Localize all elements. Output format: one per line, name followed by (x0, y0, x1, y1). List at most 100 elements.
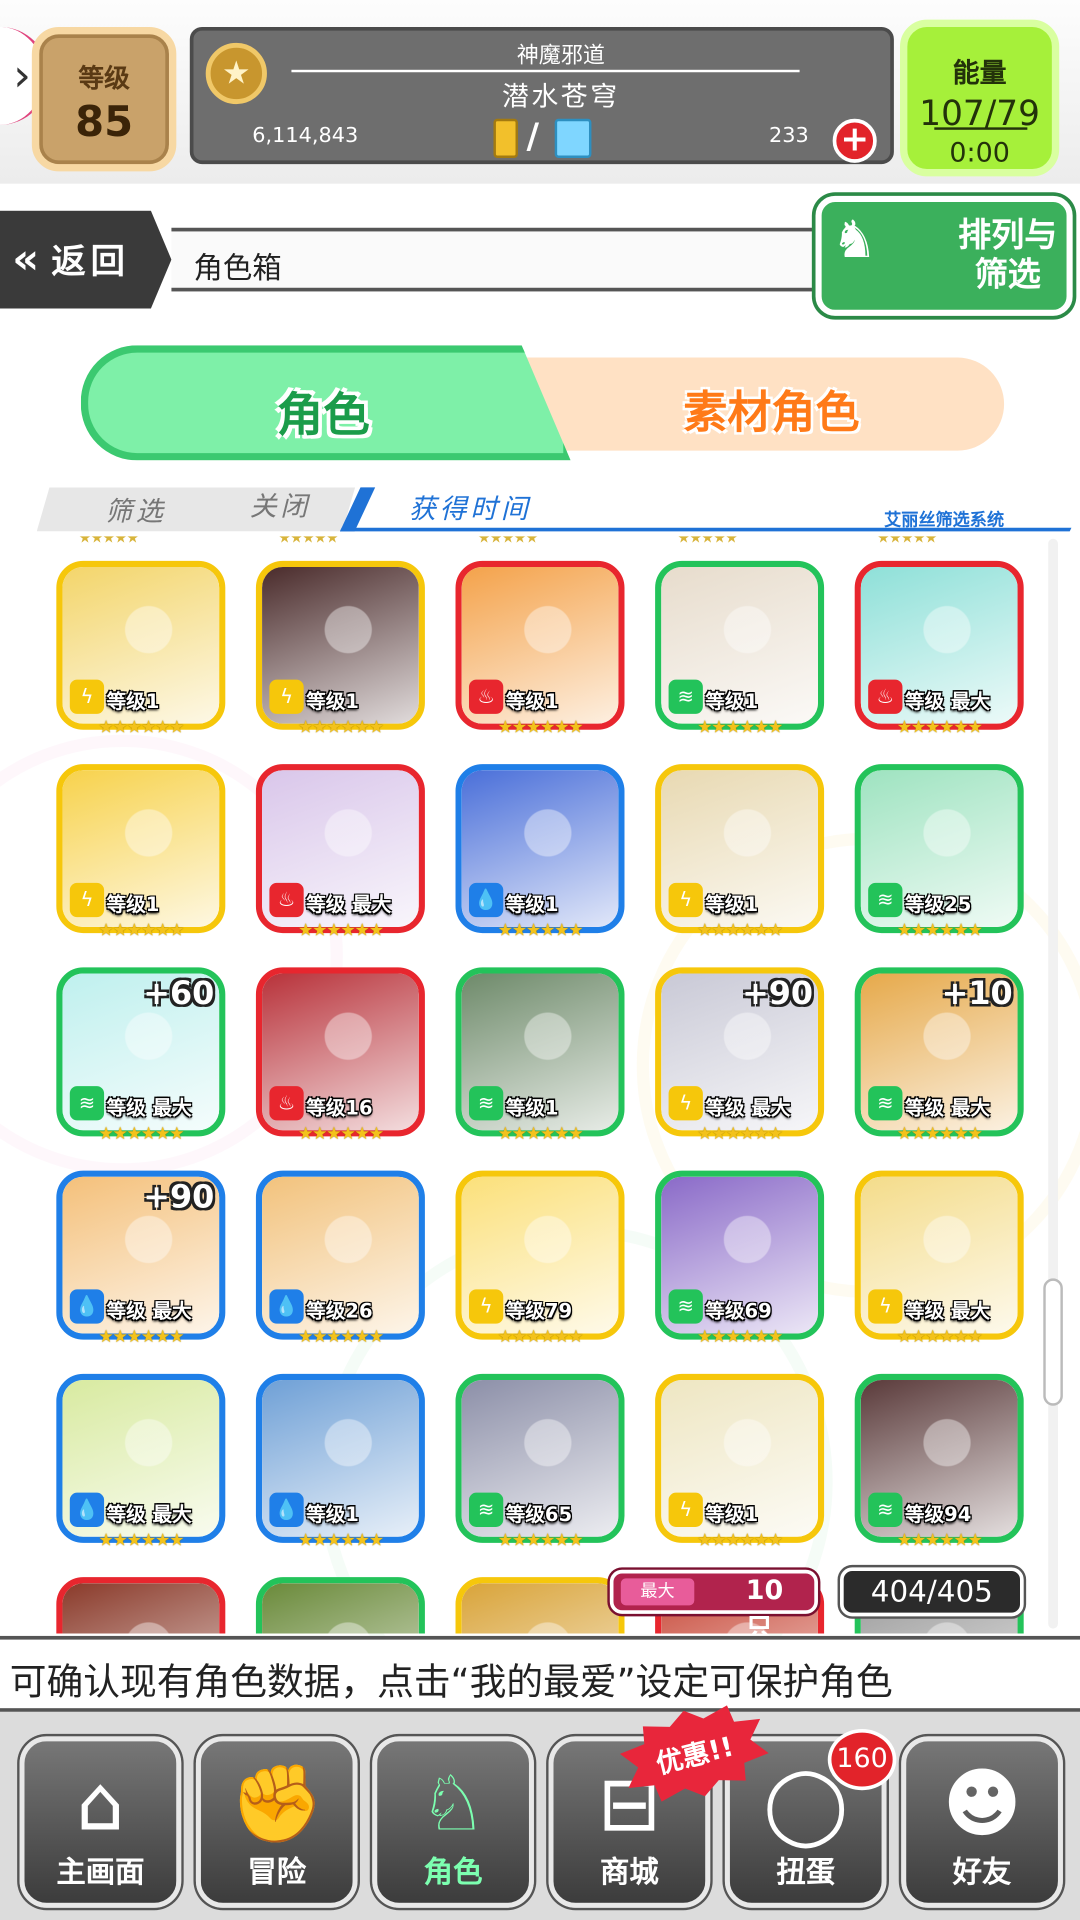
rarity-stars: ★★★★★ (477, 536, 539, 547)
character-card[interactable]: ≋ 等级65 (455, 1373, 625, 1543)
rarity-stars: ★★★★★★ (98, 1327, 184, 1347)
rarity-stars: ★★★★★★ (896, 717, 983, 738)
rarity-stars: ★★★★★★ (297, 1530, 384, 1551)
plus-value: +10 (941, 975, 1013, 1013)
rarity-stars: ★★★★★★ (297, 717, 384, 738)
character-card[interactable]: 💧 等级1 (255, 1373, 425, 1543)
character-card[interactable]: +90 💧 等级 最大 (56, 1170, 226, 1340)
character-card[interactable]: ϟ 等级1 (655, 764, 825, 934)
nav-home-label: 主画面 (56, 1855, 145, 1890)
character-card[interactable]: ♨ 等级 最大 (255, 764, 425, 934)
character-level: 等级1 (306, 689, 359, 713)
character-card[interactable]: 💧 等级 最大 (56, 1373, 226, 1543)
character-card[interactable]: ϟ 等级1 (56, 560, 226, 730)
thunder-element-icon: ϟ (668, 1086, 703, 1121)
character-card[interactable]: 💧 等级1 (455, 764, 625, 934)
player-level-box[interactable]: 等级 85 (31, 26, 177, 172)
tab-characters[interactable]: 角色 (80, 345, 571, 461)
rarity-stars: ★★★★★★ (297, 920, 384, 941)
double-chevron-left-icon: « (12, 235, 40, 285)
character-portrait (62, 1583, 220, 1634)
friends-icon: ☻ (942, 1758, 1022, 1848)
character-card[interactable]: ϟ 等级1 (655, 1373, 825, 1543)
character-level: 等级 最大 (306, 892, 392, 916)
rarity-stars: ★★★★★★ (497, 1124, 584, 1144)
fire-element-icon: ♨ (868, 679, 903, 714)
wind-element-icon: ≋ (668, 679, 703, 714)
character-card[interactable]: ϟ 等级79 (455, 1170, 625, 1340)
character-card[interactable]: ♨ 等级16 (255, 967, 425, 1137)
ticker-text: 可确认现有角色数据，点击“我的最爱”设定可保护角色 (9, 1661, 893, 1705)
nav-character-button[interactable]: ♘ 角色 (372, 1736, 534, 1908)
rarity-stars: ★★★★★★ (497, 717, 584, 738)
character-card[interactable]: ϟ 等级 最大 (854, 1170, 1024, 1340)
character-card[interactable]: ≋ 等级1 (455, 967, 625, 1137)
nav-gacha-label: 扭蛋 (776, 1855, 836, 1890)
sort-order-label[interactable]: 获得时间 (409, 487, 531, 526)
character-level: 等级1 (505, 1095, 559, 1120)
back-label: 返回 (51, 241, 130, 282)
wind-element-icon: ≋ (868, 1086, 903, 1121)
filter-strip: 筛选 关闭 获得时间 艾丽丝筛选系统 (36, 485, 1080, 534)
thunder-element-icon: ϟ (69, 679, 105, 714)
favorite-icon: 最大 (620, 1578, 695, 1606)
rarity-stars: ★★★★★★ (98, 1124, 184, 1144)
character-card[interactable]: ≋ 等级69 (655, 1170, 825, 1340)
nav-home-button[interactable]: ⌂ 主画面 (19, 1736, 182, 1908)
character-card[interactable] (255, 1577, 425, 1634)
character-card[interactable]: +60 ≋ 等级 最大 (56, 967, 226, 1137)
character-card[interactable]: ϟ 等级1 (255, 560, 425, 730)
sort-filter-button[interactable]: ♞ 排列与筛选 (815, 195, 1073, 316)
character-card[interactable]: 💧 等级26 (255, 1170, 425, 1340)
rank-medal-icon: ★ (205, 42, 267, 105)
character-level: 等级1 (705, 892, 759, 916)
scrollbar-track[interactable] (1048, 538, 1058, 1629)
water-element-icon: 💧 (269, 1492, 304, 1527)
thunder-element-icon: ϟ (668, 882, 703, 918)
rarity-stars: ★★★★★★ (98, 1530, 184, 1551)
player-info-panel[interactable]: ★ 神魔邪道 潜水苍穹 6,114,843 / 233 + (189, 26, 894, 165)
character-card[interactable]: +10 ≋ 等级 最大 (854, 967, 1024, 1137)
character-level: 等级1 (505, 689, 559, 713)
character-level: 等级 最大 (904, 1095, 991, 1120)
nav-friends-label: 好友 (952, 1855, 1012, 1890)
player-title-small: 神魔邪道 (516, 42, 605, 69)
rarity-stars: ★★★★★★ (896, 1124, 983, 1144)
chevron-right-icon: › (13, 50, 31, 102)
character-portrait (262, 1583, 419, 1634)
rarity-stars: ★★★★★★ (697, 1124, 783, 1144)
info-ticker: 可确认现有角色数据，点击“我的最爱”设定可保护角色 (0, 1635, 1080, 1712)
character-card[interactable] (455, 1577, 625, 1634)
character-card[interactable] (56, 1577, 226, 1634)
character-card[interactable]: ≋ 等级1 (655, 560, 825, 730)
character-level: 等级69 (705, 1299, 772, 1323)
rarity-stars: ★★★★★★ (297, 1327, 384, 1347)
back-button[interactable]: « 返回 (0, 210, 172, 309)
character-card[interactable]: ♨ 等级 最大 (854, 560, 1024, 730)
plus-value: +90 (742, 975, 814, 1013)
character-card[interactable]: ϟ 等级1 (56, 764, 226, 934)
character-level: 等级 最大 (904, 689, 991, 713)
filter-state[interactable]: 关闭 (250, 485, 311, 524)
energy-box[interactable]: 能量 107/79 0:00 (900, 19, 1060, 177)
character-card[interactable]: ♨ 等级1 (455, 560, 625, 730)
character-level: 等级1 (306, 1502, 359, 1526)
gem-icon (554, 118, 592, 158)
rarity-stars: ★★★★★★ (98, 717, 184, 738)
character-level: 等级1 (106, 892, 160, 916)
character-level: 等级 最大 (106, 1299, 192, 1323)
scrollbar-thumb[interactable] (1043, 1278, 1063, 1406)
character-card[interactable]: ≋ 等级25 (854, 764, 1024, 934)
nav-friends-button[interactable]: ☻ 好友 (901, 1736, 1063, 1908)
nav-adventure-button[interactable]: ✊ 冒险 (195, 1736, 358, 1908)
coin-icon (493, 118, 518, 158)
character-level: 等级25 (904, 892, 972, 916)
rarity-stars: ★★★★★ (277, 536, 339, 547)
character-level: 等级94 (904, 1502, 972, 1526)
plus-value: +60 (143, 975, 215, 1013)
character-card[interactable]: +90 ϟ 等级 最大 (655, 967, 825, 1137)
character-card[interactable]: ≋ 等级94 (854, 1373, 1024, 1543)
add-currency-button[interactable]: + (832, 118, 877, 163)
character-grid: ★★★★★ ★★★★★ ★★★★★ ★★★★★ ★★★★★ ϟ 等级1 ★★★★★★ ϟ 等级1 ★… (0, 536, 1056, 1634)
character-level: 等级16 (306, 1095, 373, 1120)
